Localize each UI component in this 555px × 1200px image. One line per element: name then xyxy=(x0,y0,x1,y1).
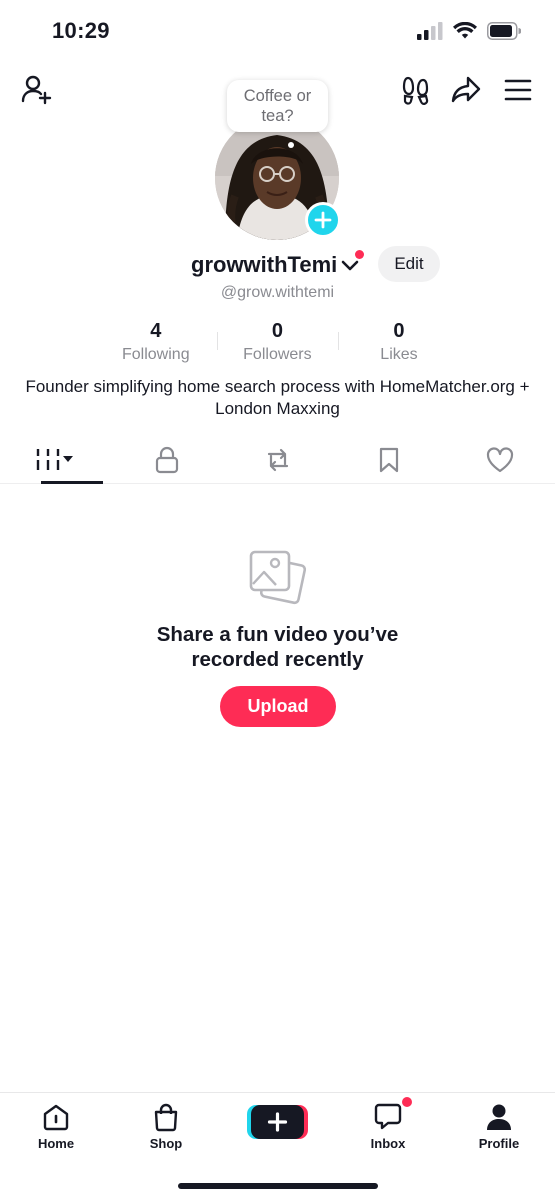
stat-divider xyxy=(338,332,340,350)
stat-label: Likes xyxy=(380,346,418,363)
stat-label: Following xyxy=(122,346,190,363)
profile-tabs xyxy=(0,436,555,484)
tab-liked[interactable] xyxy=(444,436,555,483)
shopping-bag-icon xyxy=(154,1103,178,1132)
home-indicator xyxy=(178,1183,378,1189)
stat-divider xyxy=(216,332,218,350)
battery-icon xyxy=(487,22,521,40)
hamburger-menu-icon xyxy=(504,79,532,101)
share-arrow-icon xyxy=(451,76,481,103)
create-button[interactable] xyxy=(247,1105,308,1139)
stat-followers[interactable]: 0 Followers xyxy=(216,320,339,366)
nav-label: Inbox xyxy=(370,1136,406,1151)
nav-shop[interactable]: Shop xyxy=(121,1101,211,1153)
nav-inbox[interactable]: Inbox xyxy=(343,1097,433,1153)
tab-favorites[interactable] xyxy=(333,436,444,483)
repost-icon xyxy=(267,448,288,471)
profile-avatar[interactable] xyxy=(215,116,341,240)
bookmark-icon xyxy=(379,447,398,472)
nav-home[interactable]: Home xyxy=(11,1101,101,1153)
upload-button[interactable]: Upload xyxy=(220,686,336,727)
edit-profile-button[interactable]: Edit xyxy=(378,246,440,282)
videos-grid-icon xyxy=(36,448,73,470)
chevron-down-icon[interactable] xyxy=(340,256,360,276)
menu-button[interactable] xyxy=(498,70,538,110)
note-bubble[interactable]: Coffee or tea? xyxy=(227,80,328,132)
add-friend-icon xyxy=(21,75,52,105)
profile-stats: 4 Following 0 Followers 0 Likes xyxy=(95,320,460,366)
nav-label: Home xyxy=(37,1136,75,1151)
tab-private[interactable] xyxy=(111,436,222,483)
signal-icon xyxy=(417,22,443,40)
inbox-notification-dot xyxy=(402,1097,412,1107)
tab-reposts[interactable] xyxy=(222,436,333,483)
photos-icon xyxy=(249,550,307,605)
inbox-message-icon xyxy=(374,1103,402,1130)
share-button[interactable] xyxy=(446,70,486,110)
add-friend-button[interactable] xyxy=(16,70,56,110)
nav-label: Shop xyxy=(149,1136,183,1151)
status-time: 10:29 xyxy=(52,18,110,43)
stat-value: 4 xyxy=(150,320,162,342)
notification-dot xyxy=(355,250,364,259)
status-icons xyxy=(417,22,521,40)
lock-icon xyxy=(155,446,178,473)
stat-value: 0 xyxy=(271,320,283,342)
home-icon xyxy=(43,1104,69,1131)
stat-following[interactable]: 4 Following xyxy=(95,320,217,366)
stat-likes[interactable]: 0 Likes xyxy=(338,320,460,366)
active-tab-indicator xyxy=(41,481,103,484)
stat-label: Followers xyxy=(243,346,312,363)
nav-profile[interactable]: Profile xyxy=(454,1101,544,1153)
status-bar: 10:29 xyxy=(0,0,555,62)
footprints-icon xyxy=(402,76,429,105)
stat-value: 0 xyxy=(393,320,405,342)
empty-state-title: Share a fun video you’ve recorded recent… xyxy=(0,622,555,672)
profile-views-button[interactable] xyxy=(396,72,436,108)
display-name[interactable]: growwithTemi xyxy=(191,252,337,278)
profile-bio: Founder simplifying home search process … xyxy=(25,377,530,418)
note-bubble-tail xyxy=(288,142,294,148)
tab-videos[interactable] xyxy=(0,436,111,483)
nav-label: Profile xyxy=(478,1136,520,1151)
heart-icon xyxy=(486,446,513,472)
name-row: growwithTemi Edit xyxy=(0,246,555,282)
add-story-button[interactable] xyxy=(305,202,341,238)
empty-state-title-text: Share a fun video you’ve recorded recent… xyxy=(156,623,399,671)
username-handle: @grow.withtemi xyxy=(220,284,335,301)
plus-icon xyxy=(314,211,332,229)
profile-person-icon xyxy=(487,1104,511,1130)
wifi-icon xyxy=(453,22,477,39)
